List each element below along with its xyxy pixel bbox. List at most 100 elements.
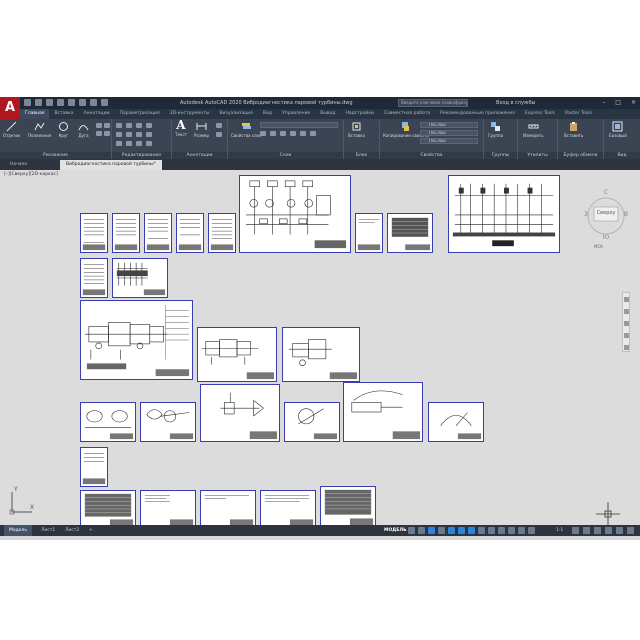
redo-icon[interactable] (90, 99, 97, 106)
drawing-sheet-assembly-2[interactable] (282, 327, 360, 382)
signin-button[interactable]: Вход в службы (496, 97, 535, 109)
drawing-sheet-detail-6[interactable] (428, 402, 484, 442)
drawing-sheet-text-2[interactable] (140, 490, 196, 528)
ellipse-icon[interactable] (104, 123, 110, 128)
layer-isolate-icon[interactable] (300, 131, 306, 136)
plot-icon[interactable] (68, 99, 75, 106)
layer-on-icon[interactable] (260, 131, 266, 136)
drawing-sheet-spec-5[interactable] (208, 213, 236, 253)
object-snap-icon[interactable] (468, 527, 475, 534)
viewcube-face-label[interactable]: Сверху (584, 210, 628, 216)
hatch-icon[interactable] (96, 131, 102, 136)
drawing-sheet-detail-3[interactable] (200, 384, 280, 442)
annotation-panel-label[interactable]: Аннотации (172, 152, 227, 159)
offset-icon[interactable] (146, 141, 152, 146)
viewcube[interactable]: Сверху С Ю З В МСК (584, 189, 628, 249)
polyline-tool[interactable]: Полилиния (28, 121, 51, 138)
circle-tool[interactable]: Круг (58, 121, 69, 138)
viewcube-east[interactable]: В (624, 211, 628, 218)
tab-start[interactable]: Начало (4, 160, 33, 170)
maximize-button[interactable]: □ (615, 97, 621, 109)
annotation-scale[interactable]: 1:1 (556, 525, 563, 536)
array-icon[interactable] (136, 141, 142, 146)
draw-panel-label[interactable]: Рисование (0, 152, 111, 159)
units-icon[interactable] (572, 527, 579, 534)
drawing-canvas[interactable]: [–][Сверху][2D-каркас] Сверху С Ю З В МС… (0, 170, 640, 528)
tab-parametric[interactable]: Параметризация (115, 109, 165, 119)
insert-block-tool[interactable]: Вставка (348, 121, 365, 138)
measure-tool[interactable]: Измерить (523, 121, 543, 138)
layers-panel-label[interactable]: Слои (228, 152, 343, 159)
tab-insert[interactable]: Вставка (49, 109, 78, 119)
fillet-icon[interactable] (136, 132, 142, 137)
trim-icon[interactable] (136, 123, 142, 128)
new-icon[interactable] (24, 99, 31, 106)
drawing-sheet-spec-6[interactable] (80, 258, 108, 298)
paste-tool[interactable]: Вставить (564, 121, 583, 138)
linetype-dropdown[interactable]: ПоСлою (420, 130, 478, 136)
block-panel-label[interactable]: Блок (344, 152, 379, 159)
search-input[interactable]: Введите ключевое слово/фразу (398, 99, 468, 107)
tab-annotate[interactable]: Аннотации (79, 109, 115, 119)
model-space-button[interactable]: МОДЕЛЬ (384, 525, 407, 536)
color-dropdown[interactable]: ПоСлою (420, 122, 478, 128)
base-view-tool[interactable]: Базовый (609, 121, 627, 138)
customization-menu-icon[interactable] (627, 527, 634, 534)
save-as-icon[interactable] (57, 99, 64, 106)
navigation-bar[interactable] (622, 292, 630, 352)
hardware-acceleration-icon[interactable] (605, 527, 612, 534)
drawing-sheet-spec-1[interactable] (80, 213, 108, 253)
add-layout-button[interactable]: + (84, 525, 98, 536)
zoom-icon[interactable] (624, 321, 629, 326)
leader-icon[interactable] (216, 123, 222, 128)
clean-screen-icon[interactable] (616, 527, 623, 534)
tab-visualize[interactable]: Визуализация (214, 109, 257, 119)
minimize-button[interactable]: – (602, 97, 605, 109)
drawing-sheet-spec-7[interactable] (80, 447, 108, 487)
drawing-sheet-table-3[interactable] (320, 486, 376, 528)
drawing-sheet-spec-3[interactable] (144, 213, 172, 253)
drawing-sheet-text-1[interactable] (355, 213, 383, 253)
layer-properties-tool[interactable]: Свойства слоя (231, 121, 261, 138)
drawing-sheet-assembly-1[interactable] (197, 327, 277, 382)
quick-properties-icon[interactable] (583, 527, 590, 534)
drawing-sheet-text-3[interactable] (200, 490, 256, 528)
tab-model[interactable]: Модель (4, 525, 33, 536)
drawing-sheet-detail-1[interactable] (80, 402, 136, 442)
groups-panel-label[interactable]: Группы (484, 152, 517, 159)
properties-panel-label[interactable]: Свойства (380, 152, 483, 159)
dimension-tool[interactable]: Размер (194, 121, 209, 138)
save-icon[interactable] (46, 99, 53, 106)
mirror-icon[interactable] (126, 132, 132, 137)
tab-layout2[interactable]: Лист2 (60, 525, 84, 536)
annotation-scale-icon[interactable] (518, 527, 525, 534)
orbit-icon[interactable] (624, 333, 629, 338)
drawing-sheet-piping[interactable] (448, 175, 560, 253)
ortho-icon[interactable] (428, 527, 435, 534)
drawing-sheet-turbine-section[interactable] (80, 300, 193, 380)
tab-addins[interactable]: Надстройки (340, 109, 379, 119)
viewcube-west[interactable]: З (584, 211, 588, 218)
isolate-objects-icon[interactable] (594, 527, 601, 534)
tab-view[interactable]: Вид (258, 109, 277, 119)
polar-icon[interactable] (438, 527, 445, 534)
tab-home[interactable]: Главная (20, 109, 50, 119)
layer-freeze-icon[interactable] (270, 131, 276, 136)
lineweight-dropdown[interactable]: ПоСлою (420, 138, 478, 144)
showmotion-icon[interactable] (624, 345, 629, 350)
spline-icon[interactable] (104, 131, 110, 136)
stretch-icon[interactable] (116, 141, 122, 146)
copy-icon[interactable] (116, 132, 122, 137)
modify-panel-label[interactable]: Редактирование (112, 152, 171, 159)
drawing-sheet-spec-2[interactable] (112, 213, 140, 253)
drawing-sheet-wiring[interactable] (112, 258, 168, 298)
workspace-gear-icon[interactable] (528, 527, 535, 534)
viewport-controls-label[interactable]: [–][Сверху][2D-каркас] (4, 172, 58, 177)
drawing-sheet-detail-2[interactable] (140, 402, 196, 442)
tab-3d-tools[interactable]: 3D-инструменты (165, 109, 215, 119)
pan-icon[interactable] (624, 309, 629, 314)
grid-icon[interactable] (408, 527, 415, 534)
object-snap-tracking-icon[interactable] (458, 527, 465, 534)
selection-cycling-icon[interactable] (498, 527, 505, 534)
tab-output[interactable]: Вывод (315, 109, 340, 119)
